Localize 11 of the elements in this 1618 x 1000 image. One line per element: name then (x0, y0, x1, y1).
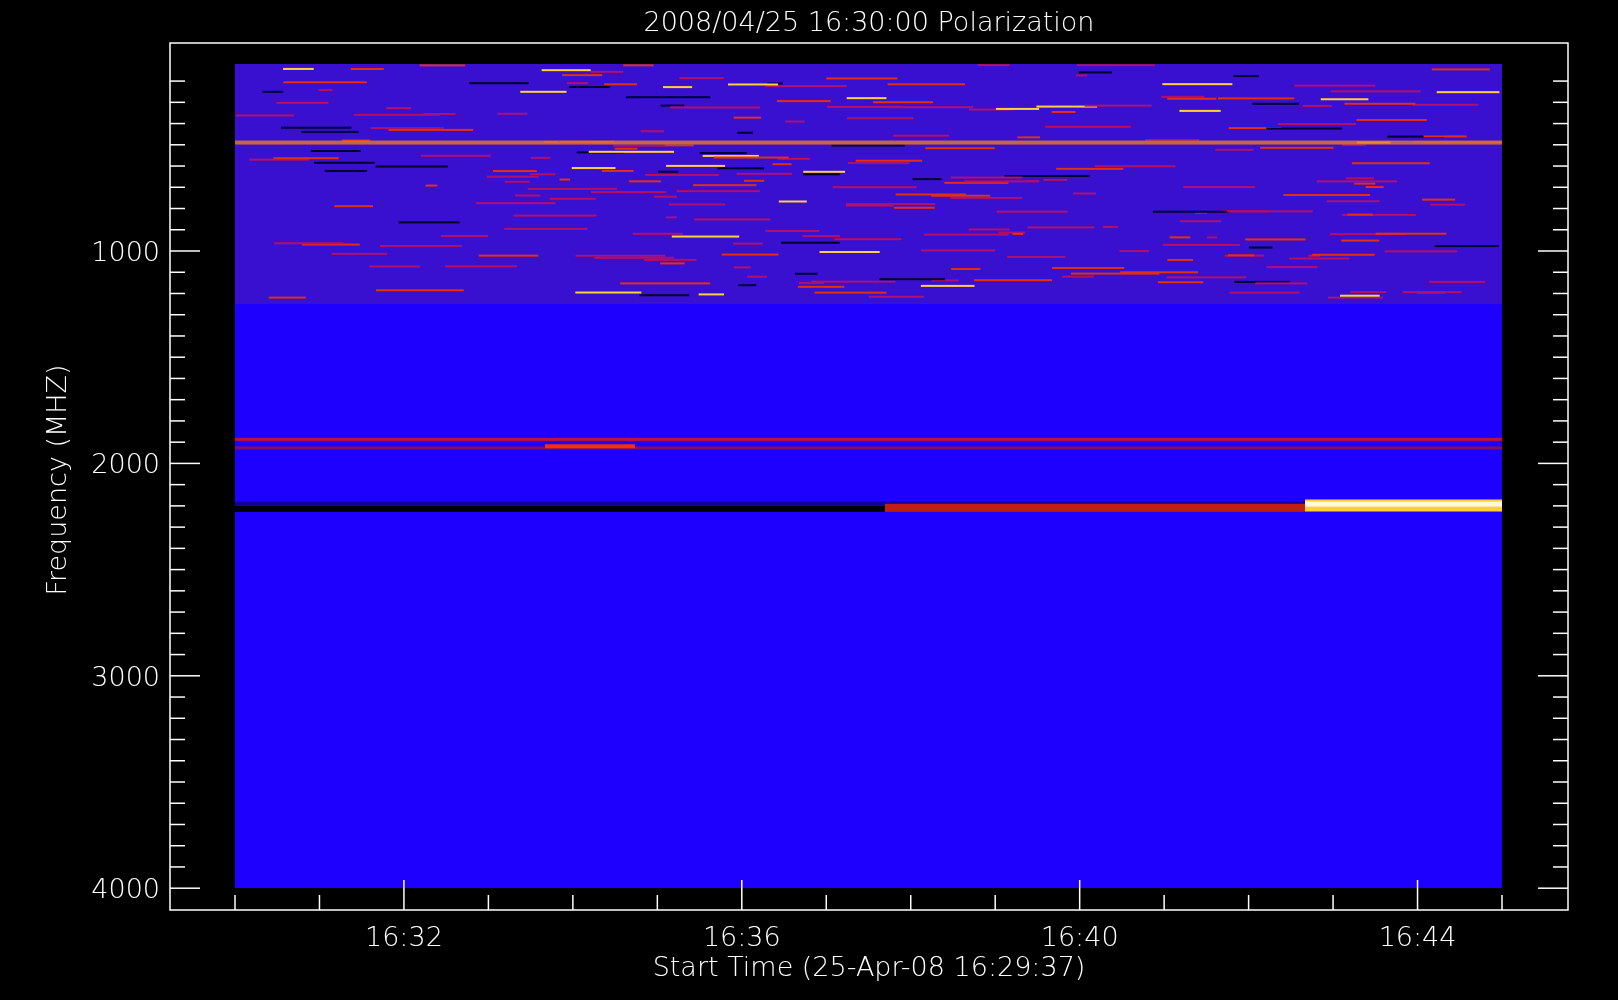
y-tick-label: 3000 (91, 660, 160, 692)
y-tick-label: 4000 (91, 873, 160, 905)
x-tick-label: 16:32 (365, 921, 443, 952)
x-tick-label: 16:36 (702, 921, 781, 952)
y-tick-label: 2000 (91, 448, 160, 480)
x-tick-label: 16:44 (1378, 921, 1457, 952)
chart-title: 2008/04/25 16:30:00 Polarization (643, 6, 1095, 37)
x-axis-label: Start Time (25-Apr-08 16:29:37) (652, 951, 1086, 982)
x-tick-label: 16:40 (1040, 921, 1119, 952)
y-axis-label: Frequency (MHZ) (41, 364, 72, 596)
y-tick-label: 1000 (91, 236, 160, 267)
